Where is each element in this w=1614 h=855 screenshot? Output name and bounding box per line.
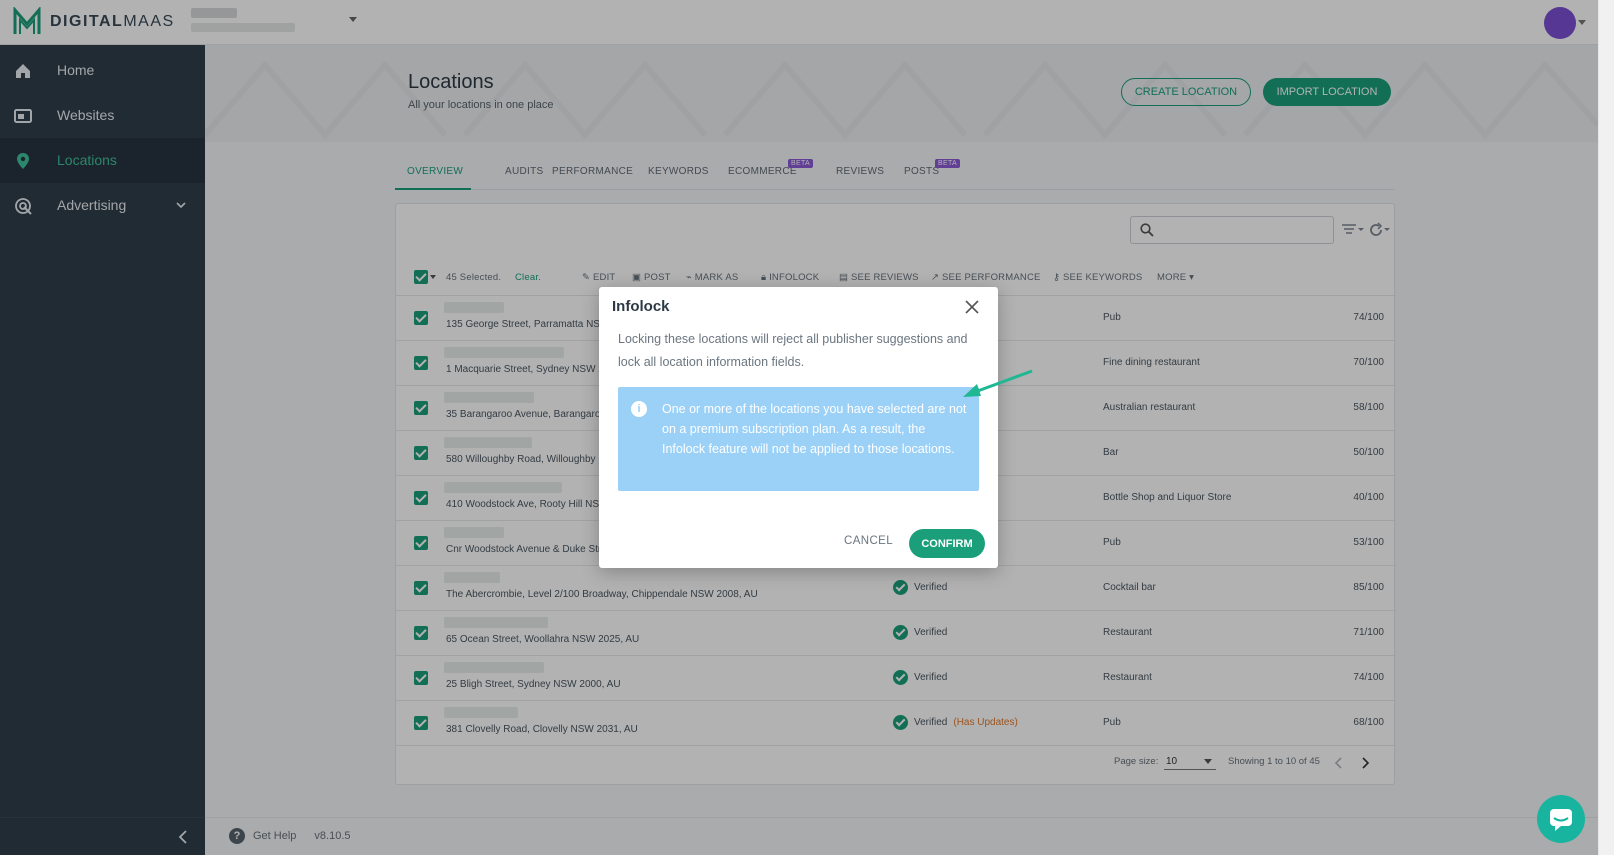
chat-widget-button[interactable] xyxy=(1537,795,1585,843)
close-icon[interactable] xyxy=(964,299,980,315)
dialog-message: Locking these locations will reject all … xyxy=(618,332,968,369)
info-icon: i xyxy=(631,401,647,417)
confirm-button[interactable]: CONFIRM xyxy=(909,529,985,558)
chat-bubble-icon xyxy=(1550,809,1572,831)
premium-info-alert: i One or more of the locations you have … xyxy=(618,387,979,491)
infolock-dialog: Infolock Locking these locations will re… xyxy=(599,287,998,568)
info-alert-text: One or more of the locations you have se… xyxy=(662,402,967,456)
dialog-title: Infolock xyxy=(612,298,670,315)
cancel-button[interactable]: CANCEL xyxy=(844,535,893,547)
annotation-arrow-icon xyxy=(963,369,1033,397)
page-scrollbar[interactable] xyxy=(1598,0,1614,855)
